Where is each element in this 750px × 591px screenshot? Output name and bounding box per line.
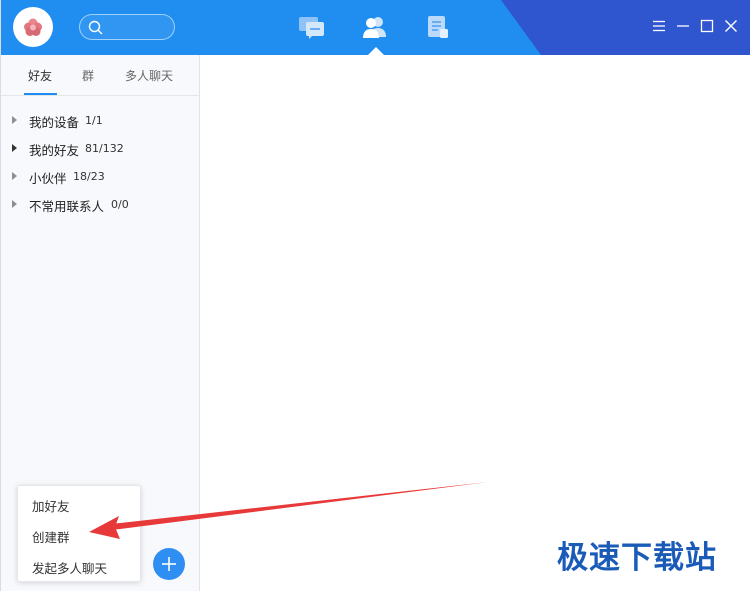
minimize-icon — [677, 25, 689, 27]
nav-space[interactable] — [423, 13, 453, 41]
group-name: 我的好友 — [29, 143, 80, 158]
group-count: 81/132 — [85, 142, 124, 155]
search-icon — [88, 20, 103, 35]
group-count: 18/23 — [73, 170, 105, 183]
contact-group-row[interactable]: 我的设备 1/1 — [1, 107, 200, 135]
expand-arrow-icon — [12, 172, 17, 180]
menu-item-add-friend[interactable]: 加好友 — [32, 496, 70, 515]
maximize-icon — [700, 19, 714, 33]
maximize-button[interactable] — [698, 17, 716, 35]
search-box[interactable] — [79, 14, 175, 40]
active-nav-indicator — [368, 47, 384, 55]
expand-arrow-icon — [12, 116, 17, 124]
watermark: 极速下载站 — [557, 540, 717, 576]
group-name: 不常用联系人 — [29, 199, 105, 214]
tab-friends[interactable]: 好友 — [28, 67, 52, 84]
menu-item-create-group[interactable]: 创建群 — [32, 527, 70, 546]
active-tab-underline — [24, 93, 57, 95]
contact-group-list: 我的设备 1/1 我的好友 81/132 小伙伴 18/23 不常用联系人 0/… — [1, 107, 200, 219]
contact-group-row[interactable]: 不常用联系人 0/0 — [1, 191, 200, 219]
add-menu-popup: 加好友 创建群 发起多人聊天 — [17, 485, 141, 582]
tab-multi-chat[interactable]: 多人聊天 — [125, 67, 173, 84]
group-name: 小伙伴 — [29, 171, 67, 186]
title-bar — [1, 0, 750, 55]
close-button[interactable] — [722, 17, 740, 35]
add-button[interactable] — [153, 548, 185, 580]
nav-contacts[interactable] — [360, 13, 390, 41]
app-window: 好友 群 多人聊天 我的设备 1/1 我的好友 81/132 小伙伴 18/23 — [0, 0, 750, 591]
contact-tabs: 好友 群 多人聊天 — [1, 55, 200, 96]
space-icon — [428, 16, 448, 38]
group-name: 我的设备 — [29, 115, 80, 130]
minimize-button[interactable] — [674, 17, 692, 35]
avatar[interactable] — [13, 7, 53, 47]
menu-button[interactable] — [650, 17, 668, 35]
plus-icon — [162, 557, 176, 571]
menu-item-start-multi-chat[interactable]: 发起多人聊天 — [32, 558, 107, 577]
avatar-flower-icon — [24, 18, 42, 36]
message-icon — [299, 17, 324, 39]
contact-group-row[interactable]: 小伙伴 18/23 — [1, 163, 200, 191]
group-count: 1/1 — [85, 114, 103, 127]
tab-groups[interactable]: 群 — [82, 67, 94, 84]
menu-icon — [653, 20, 665, 32]
expand-arrow-icon — [12, 144, 17, 152]
close-icon — [725, 20, 737, 32]
nav-messages[interactable] — [297, 13, 327, 41]
group-count: 0/0 — [111, 198, 129, 211]
contacts-icon — [363, 17, 386, 38]
expand-arrow-icon — [12, 200, 17, 208]
contact-group-row[interactable]: 我的好友 81/132 — [1, 135, 200, 163]
